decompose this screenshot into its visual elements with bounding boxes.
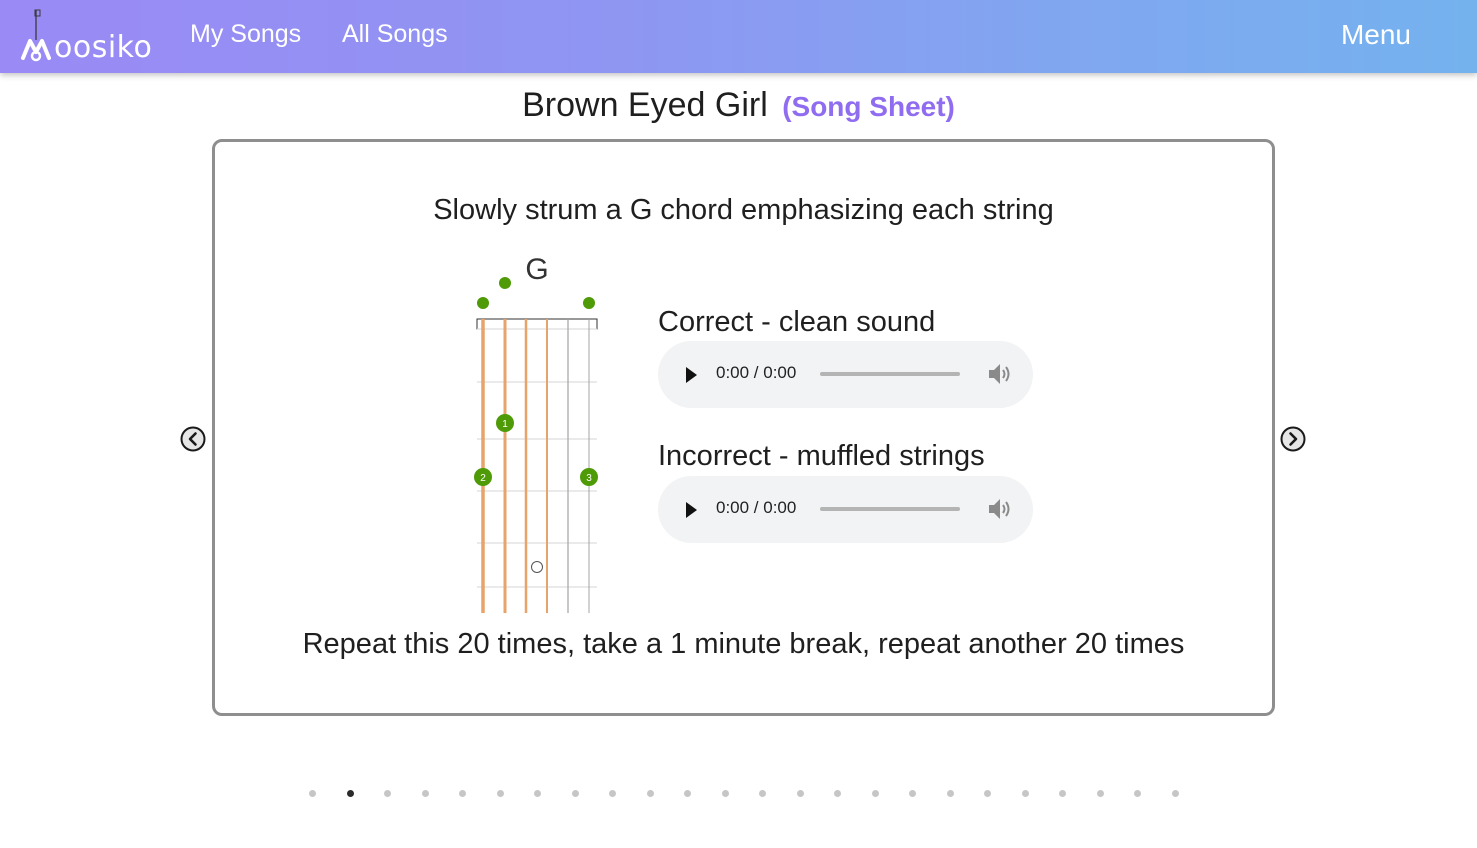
pagination-dot[interactable] xyxy=(384,790,391,797)
volume-icon[interactable] xyxy=(987,362,1013,386)
logo-text: oosiko xyxy=(54,30,153,65)
pagination-dot[interactable] xyxy=(571,790,579,797)
fret-inlay-marker xyxy=(531,561,543,573)
repeat-instruction: Repeat this 20 times, take a 1 minute br… xyxy=(302,628,1185,660)
play-icon[interactable] xyxy=(683,500,699,520)
pagination-dot[interactable] xyxy=(871,790,879,797)
audio-time: 0:00 / 0:00 xyxy=(716,498,797,517)
audio-time: 0:00 / 0:00 xyxy=(716,363,797,382)
nav-my-songs[interactable]: My Songs xyxy=(190,20,301,49)
next-slide-icon[interactable] xyxy=(1280,426,1306,452)
pagination-dot[interactable] xyxy=(946,790,954,797)
slide-instruction: Slowly strum a G chord emphasizing each … xyxy=(433,194,1054,226)
sample-label-correct: Correct - clean sound xyxy=(658,306,936,338)
open-string-marker xyxy=(499,277,511,289)
page-title: Brown Eyed Girl (Song Sheet) xyxy=(0,86,1477,125)
play-icon[interactable] xyxy=(683,365,699,385)
open-string-marker xyxy=(477,297,489,309)
menu-button[interactable]: Menu xyxy=(1341,19,1411,51)
audio-player-correct[interactable]: 0:00 / 0:00 xyxy=(658,341,1033,408)
pagination-dot[interactable] xyxy=(984,790,991,797)
pagination-dot[interactable] xyxy=(796,790,804,797)
finger-number: 2 xyxy=(480,473,486,484)
chord-name: G xyxy=(525,253,548,286)
pagination-dot[interactable] xyxy=(909,790,916,797)
chord-nut xyxy=(476,318,598,330)
pagination-dot[interactable] xyxy=(684,790,691,797)
volume-icon[interactable] xyxy=(987,497,1013,521)
slide-pagination xyxy=(0,790,1477,800)
pagination-dot[interactable] xyxy=(1096,790,1104,797)
audio-player-incorrect[interactable]: 0:00 / 0:00 xyxy=(658,476,1033,543)
open-string-marker xyxy=(583,297,595,309)
audio-progress-track[interactable] xyxy=(820,507,960,511)
pagination-dot[interactable] xyxy=(1134,790,1141,797)
pagination-dot[interactable] xyxy=(721,790,729,797)
pagination-dot[interactable] xyxy=(534,790,541,797)
pagination-dot[interactable] xyxy=(346,790,354,797)
pagination-dot[interactable] xyxy=(646,790,654,797)
pagination-dot[interactable] xyxy=(496,790,504,797)
pagination-dot[interactable] xyxy=(459,790,466,797)
pagination-dot[interactable] xyxy=(1059,790,1066,797)
previous-slide-icon[interactable] xyxy=(180,426,206,452)
navbar: oosiko My Songs All Songs Menu xyxy=(0,0,1477,73)
pagination-dot[interactable] xyxy=(609,790,616,797)
moosiko-logo[interactable]: oosiko xyxy=(20,6,153,66)
pagination-dot[interactable] xyxy=(309,790,316,797)
g-chord-diagram: G 1 2 3 xyxy=(474,253,598,613)
audio-progress-track[interactable] xyxy=(820,372,960,376)
nav-all-songs[interactable]: All Songs xyxy=(342,20,448,49)
pagination-dot[interactable] xyxy=(759,790,766,797)
sample-label-incorrect: Incorrect - muffled strings xyxy=(658,440,985,472)
pagination-dot[interactable] xyxy=(1021,790,1029,797)
song-sheet-link[interactable]: (Song Sheet) xyxy=(782,91,955,122)
chord-frets xyxy=(477,328,597,588)
finger-number: 1 xyxy=(502,419,508,430)
pagination-dot[interactable] xyxy=(1171,790,1179,797)
pagination-dot[interactable] xyxy=(834,790,841,797)
finger-number: 3 xyxy=(586,473,592,484)
song-title: Brown Eyed Girl xyxy=(522,86,768,124)
lesson-slide-card: Slowly strum a G chord emphasizing each … xyxy=(212,139,1275,716)
pagination-dot[interactable] xyxy=(421,790,429,797)
